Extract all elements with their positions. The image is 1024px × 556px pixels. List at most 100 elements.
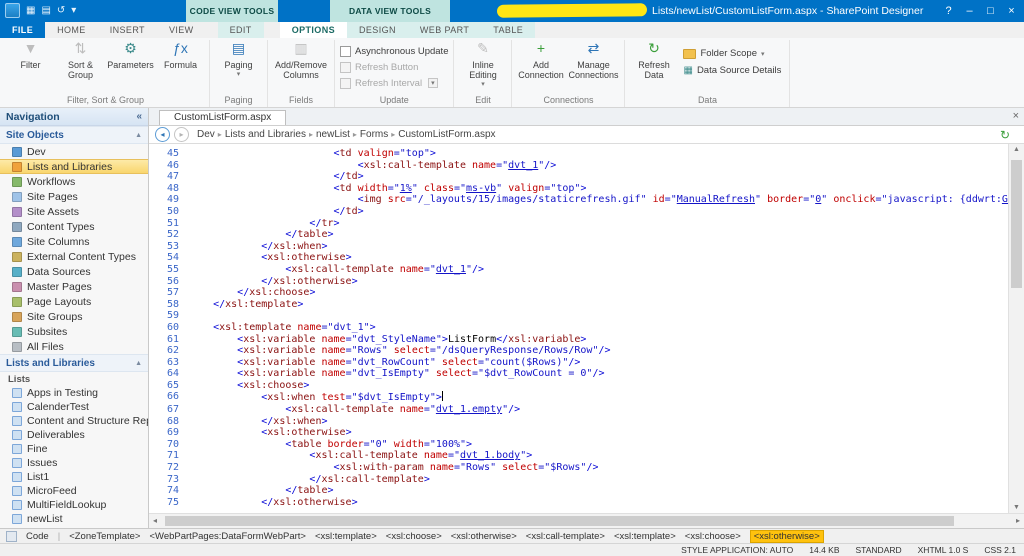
sidebar-item-site-groups[interactable]: Site Groups <box>0 309 148 324</box>
view-mode-label[interactable]: Code <box>26 531 49 542</box>
formula-button[interactable]: ƒx Formula <box>157 41 204 70</box>
code-line[interactable]: 48 <td width="1%" class="ms-vb" valign="… <box>149 183 1008 195</box>
forward-button[interactable]: ▸ <box>174 127 189 142</box>
back-button[interactable]: ◂ <box>155 127 170 142</box>
list-item-multifieldlookup[interactable]: MultiFieldLookup <box>0 498 148 512</box>
sidebar-item-data-sources[interactable]: Data Sources <box>0 264 148 279</box>
data-source-details-button[interactable]: ▦ Data Source Details <box>680 63 784 78</box>
breadcrumb-item[interactable]: CustomListForm.aspx <box>398 129 495 140</box>
navigation-pane-header[interactable]: Navigation « <box>0 108 148 126</box>
list-item-issues[interactable]: Issues <box>0 456 148 470</box>
sidebar-item-workflows[interactable]: Workflows <box>0 174 148 189</box>
code-line[interactable]: 58 </xsl:template> <box>149 299 1008 311</box>
horizontal-scrollbar[interactable]: ◂ ▸ <box>149 513 1024 528</box>
tab-design[interactable]: DESIGN <box>347 22 408 38</box>
code-line[interactable]: 67 <xsl:call-template name="dvt_1.empty"… <box>149 404 1008 416</box>
tag-breadcrumb-item[interactable]: <ZoneTemplate> <box>69 531 140 542</box>
paging-button[interactable]: ▤ Paging ▾ <box>215 41 262 80</box>
sidebar-item-site-assets[interactable]: Site Assets <box>0 204 148 219</box>
code-line[interactable]: 51 </tr> <box>149 218 1008 230</box>
tag-breadcrumb-item[interactable]: <xsl:otherwise> <box>750 530 824 543</box>
refresh-page-icon[interactable]: ↻ <box>1000 128 1018 142</box>
sort-group-button[interactable]: ⇅ Sort & Group <box>57 41 104 80</box>
tag-breadcrumb-item[interactable]: <xsl:template> <box>315 531 377 542</box>
add-connection-button[interactable]: + Add Connection <box>517 41 564 80</box>
close-button[interactable]: × <box>1001 5 1022 17</box>
list-item-deliverables[interactable]: Deliverables <box>0 428 148 442</box>
list-item-fine[interactable]: Fine <box>0 442 148 456</box>
code-line[interactable]: 53 </xsl:when> <box>149 241 1008 253</box>
list-item-microfeed[interactable]: MicroFeed <box>0 484 148 498</box>
collapse-pane-icon[interactable]: « <box>136 111 142 122</box>
sidebar-item-content-types[interactable]: Content Types <box>0 219 148 234</box>
vertical-scroll-thumb[interactable] <box>1011 160 1022 288</box>
manage-connections-button[interactable]: ⇄ Manage Connections <box>567 41 619 80</box>
code-line[interactable]: 73 </xsl:call-template> <box>149 474 1008 486</box>
breadcrumb-item[interactable]: Dev <box>197 129 215 140</box>
tab-view[interactable]: VIEW <box>157 22 206 38</box>
list-item-list1[interactable]: List1 <box>0 470 148 484</box>
close-pane-icon[interactable]: × <box>1013 110 1019 122</box>
code-line[interactable]: 47 </td> <box>149 171 1008 183</box>
code-line[interactable]: 57 </xsl:choose> <box>149 287 1008 299</box>
scroll-up-icon[interactable]: ▲ <box>1009 146 1024 153</box>
code-line[interactable]: 66 <xsl:when test="$dvt_IsEmpty"> <box>149 391 1008 404</box>
code-line[interactable]: 61 <xsl:variable name="dvt_StyleName">Li… <box>149 334 1008 346</box>
list-item-newlist[interactable]: newList <box>0 512 148 526</box>
code-line[interactable]: 70 <table border="0" width="100%"> <box>149 439 1008 451</box>
code-line[interactable]: 62 <xsl:variable name="Rows" select="/ds… <box>149 345 1008 357</box>
horizontal-scroll-thumb[interactable] <box>165 516 954 526</box>
chevron-up-icon[interactable]: ▲ <box>135 132 142 139</box>
sidebar-item-subsites[interactable]: Subsites <box>0 324 148 339</box>
sidebar-item-dev[interactable]: Dev <box>0 144 148 159</box>
app-icon[interactable] <box>5 3 20 18</box>
sidebar-item-all-files[interactable]: All Files <box>0 339 148 354</box>
code-line[interactable]: 54 <xsl:otherwise> <box>149 252 1008 264</box>
tab-home[interactable]: HOME <box>45 22 98 38</box>
refresh-interval-checkbox[interactable]: Refresh Interval ▾ <box>340 76 438 90</box>
refresh-button-checkbox[interactable]: Refresh Button <box>340 60 418 74</box>
refresh-data-button[interactable]: ↻ Refresh Data <box>630 41 677 80</box>
code-line[interactable]: 55 <xsl:call-template name="dvt_1"/> <box>149 264 1008 276</box>
code-line[interactable]: 75 </xsl:otherwise> <box>149 497 1008 509</box>
asynchronous-update-checkbox[interactable]: Asynchronous Update <box>340 44 448 58</box>
save-icon[interactable]: ▦ <box>26 4 35 18</box>
parameters-button[interactable]: ⚙ Parameters <box>107 41 154 70</box>
lists-and-libraries-header[interactable]: Lists and Libraries ▲ <box>0 354 148 372</box>
tab-table[interactable]: TABLE <box>481 22 535 38</box>
sidebar-item-site-pages[interactable]: Site Pages <box>0 189 148 204</box>
tag-breadcrumb-item[interactable]: <xsl:call-template> <box>526 531 605 542</box>
code-line[interactable]: 59 <box>149 310 1008 322</box>
code-line[interactable]: 71 <xsl:call-template name="dvt_1.body"> <box>149 450 1008 462</box>
scroll-left-icon[interactable]: ◂ <box>153 516 157 525</box>
help-button[interactable]: ? <box>938 5 959 17</box>
qat-dropdown-icon[interactable]: ▾ <box>71 4 76 18</box>
list-item-calendertest[interactable]: CalenderTest <box>0 400 148 414</box>
code-line[interactable]: 52 </table> <box>149 229 1008 241</box>
restore-button[interactable]: □ <box>980 5 1001 17</box>
tag-breadcrumb-item[interactable]: <xsl:template> <box>614 531 676 542</box>
tab-options[interactable]: OPTIONS <box>280 22 347 38</box>
code-line[interactable]: 72 <xsl:with-param name="Rows" select="$… <box>149 462 1008 474</box>
code-line[interactable]: 49 <img src="/_layouts/15/images/staticr… <box>149 194 1008 206</box>
data-view-tools-group-label[interactable]: DATA VIEW TOOLS <box>330 0 450 22</box>
tag-breadcrumb-item[interactable]: <xsl:choose> <box>685 531 741 542</box>
code-view-tools-group-label[interactable]: CODE VIEW TOOLS <box>186 0 278 22</box>
chevron-up-icon[interactable]: ▲ <box>135 360 142 367</box>
list-item-apps-in-testing[interactable]: Apps in Testing <box>0 386 148 400</box>
scroll-right-icon[interactable]: ▸ <box>1016 516 1020 525</box>
tab-web-part[interactable]: WEB PART <box>408 22 481 38</box>
tag-breadcrumb-item[interactable]: <xsl:otherwise> <box>451 531 517 542</box>
vertical-scrollbar[interactable]: ▲ ▼ <box>1008 144 1024 513</box>
code-line[interactable]: 45 <td valign="top"> <box>149 148 1008 160</box>
sidebar-item-master-pages[interactable]: Master Pages <box>0 279 148 294</box>
code-line[interactable]: 60 <xsl:template name="dvt_1"> <box>149 322 1008 334</box>
sidebar-item-external-content-types[interactable]: External Content Types <box>0 249 148 264</box>
sidebar-item-page-layouts[interactable]: Page Layouts <box>0 294 148 309</box>
list-item-content-and-structure-reports[interactable]: Content and Structure Reports <box>0 414 148 428</box>
tab-insert[interactable]: INSERT <box>98 22 157 38</box>
tab-file[interactable]: FILE <box>0 22 45 38</box>
code-line[interactable]: 74 </table> <box>149 485 1008 497</box>
breadcrumb-item[interactable]: Forms <box>360 129 388 140</box>
code-line[interactable]: 64 <xsl:variable name="dvt_IsEmpty" sele… <box>149 368 1008 380</box>
